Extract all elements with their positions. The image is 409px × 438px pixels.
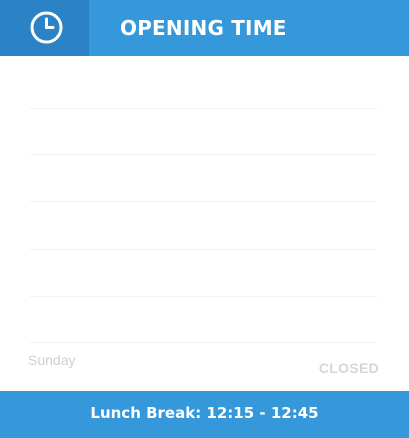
row-divider — [30, 201, 377, 202]
day-status-sunday: CLOSED — [318, 360, 379, 376]
widget-header: OPENING TIME — [0, 0, 409, 56]
widget-title: OPENING TIME — [120, 16, 287, 40]
widget-footer: Lunch Break: 12:15 - 12:45 — [0, 391, 409, 438]
day-name-sunday: Sunday — [28, 352, 76, 368]
schedule-list — [30, 56, 377, 391]
lunch-break-text: Lunch Break: 12:15 - 12:45 — [90, 404, 319, 422]
row-divider — [30, 108, 377, 109]
clock-icon — [30, 11, 63, 44]
row-divider — [30, 296, 377, 297]
clock-icon-box — [0, 0, 89, 56]
opening-time-widget: OPENING TIME Sunday CLOSED Lunch Break: … — [0, 0, 409, 438]
row-divider — [30, 249, 377, 250]
row-divider — [30, 154, 377, 155]
row-divider — [30, 342, 377, 343]
